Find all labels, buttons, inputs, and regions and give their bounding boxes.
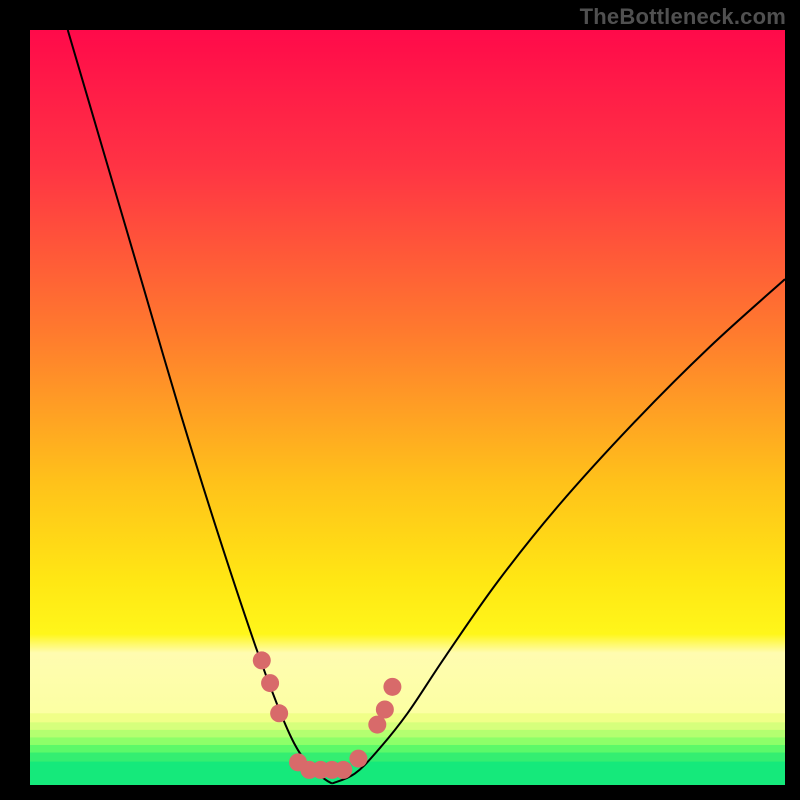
data-dot (376, 701, 394, 719)
data-dot (261, 674, 279, 692)
data-dot (334, 761, 352, 779)
watermark-text: TheBottleneck.com (580, 4, 786, 30)
bottom-color-bands (30, 713, 785, 785)
plot-area (30, 30, 785, 785)
gradient-background (30, 30, 785, 785)
data-dot (349, 750, 367, 768)
data-dot (383, 678, 401, 696)
data-dot (253, 651, 271, 669)
data-dot (270, 704, 288, 722)
chart-container: TheBottleneck.com (0, 0, 800, 800)
chart-svg (30, 30, 785, 785)
